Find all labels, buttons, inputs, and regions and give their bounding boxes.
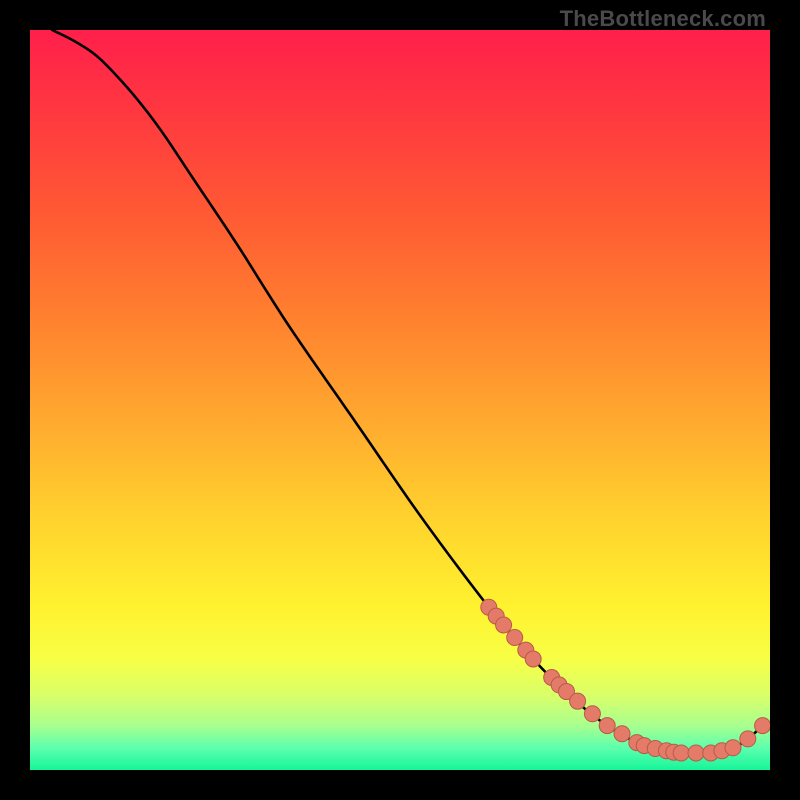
data-point-marker [570, 693, 586, 709]
data-point-marker [688, 745, 704, 761]
watermark-text: TheBottleneck.com [560, 6, 766, 32]
data-point-marker [755, 718, 770, 734]
chart-canvas: TheBottleneck.com [0, 0, 800, 800]
data-point-marker [496, 617, 512, 633]
data-point-marker [525, 651, 541, 667]
plot-area [30, 30, 770, 770]
data-point-marker [614, 726, 630, 742]
data-point-marker [740, 731, 756, 747]
data-point-marker [584, 706, 600, 722]
data-point-marker [507, 630, 523, 646]
data-point-marker [725, 740, 741, 756]
chart-svg [30, 30, 770, 770]
data-point-marker [673, 745, 689, 761]
gradient-background [30, 30, 770, 770]
data-point-marker [599, 718, 615, 734]
